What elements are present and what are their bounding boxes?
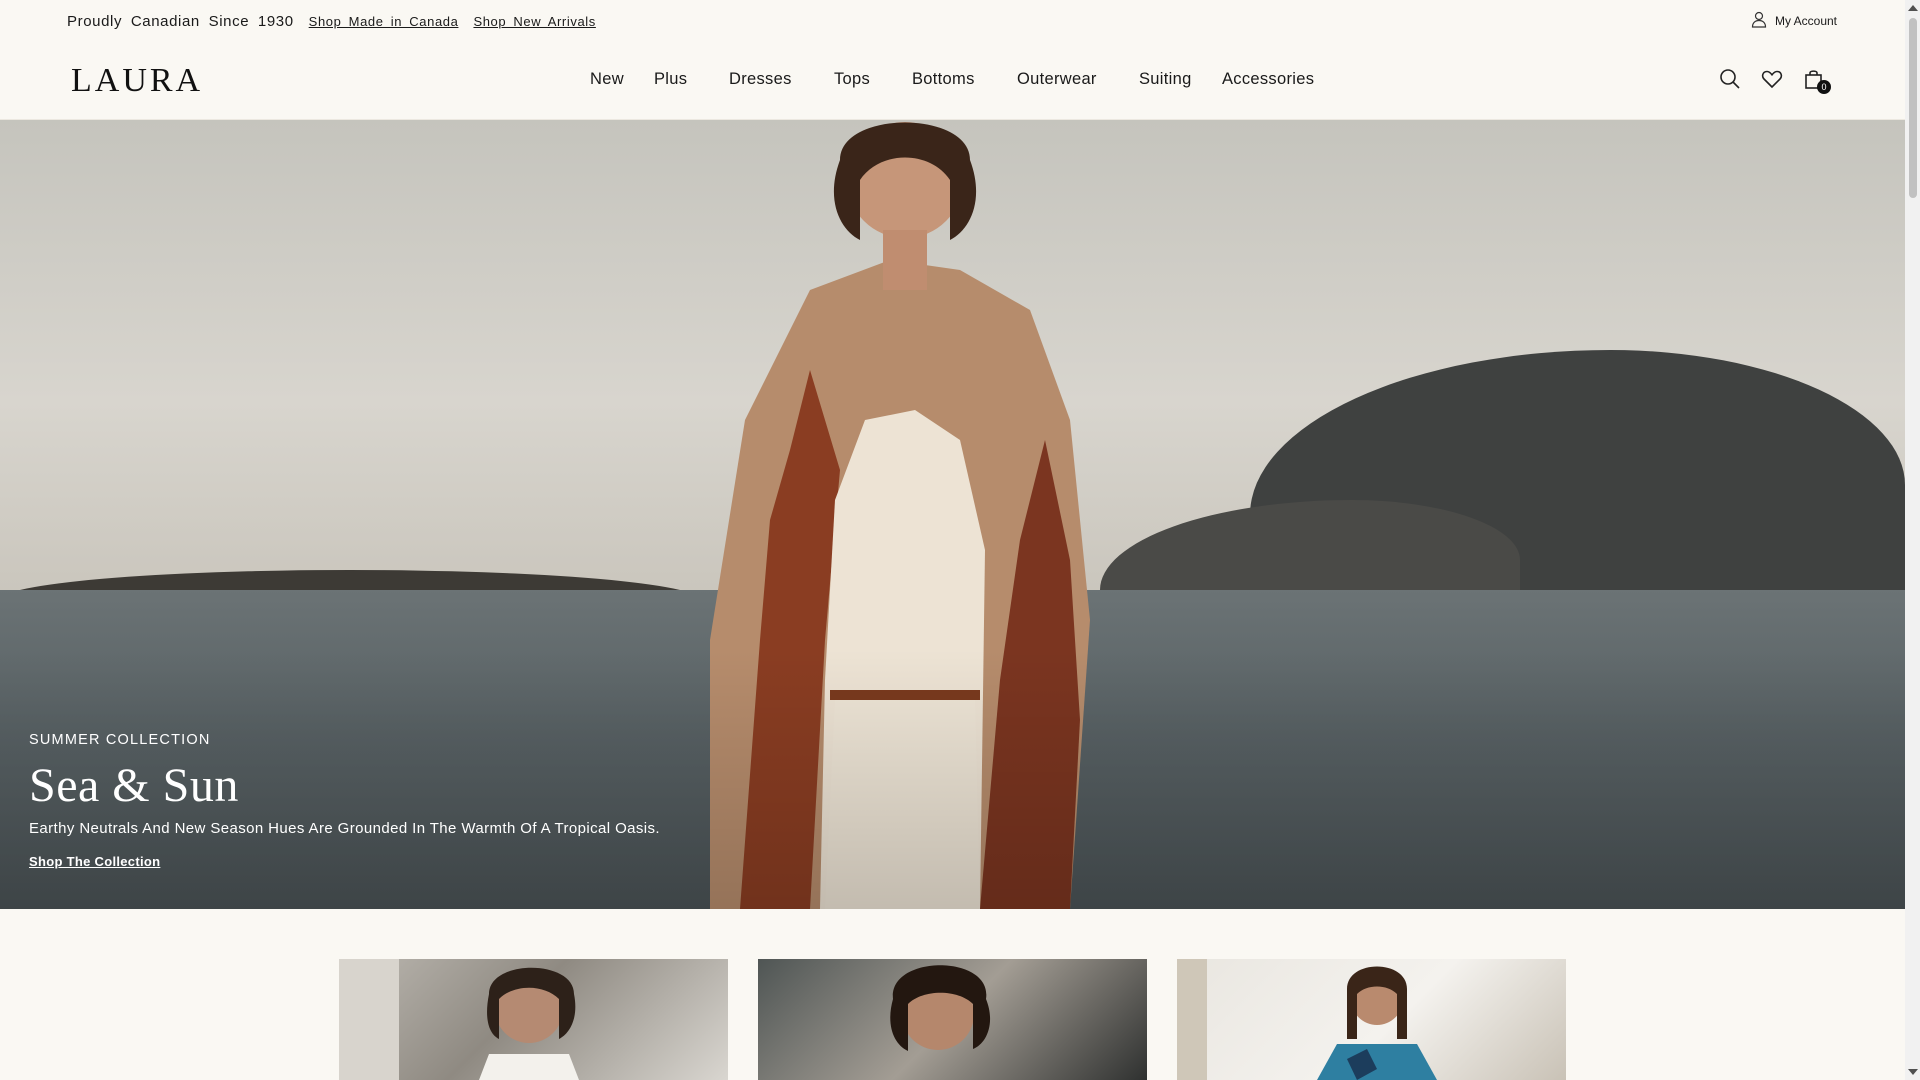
user-icon (1751, 11, 1767, 31)
hero-banner[interactable]: SUMMER COLLECTION Sea & Sun Earthy Neutr… (0, 120, 1905, 909)
nav-plus[interactable]: Plus (654, 70, 729, 89)
my-account-label: My Account (1774, 14, 1837, 28)
tagline: Proudly Canadian Since 1930 (67, 12, 294, 30)
utility-bar: Proudly Canadian Since 1930 Shop Made in… (0, 0, 1905, 42)
featured-cards-row (339, 959, 1566, 1080)
nav-tops[interactable]: Tops (834, 70, 912, 89)
header-icons: 0 (1719, 68, 1831, 94)
my-account-link[interactable]: My Account (1751, 11, 1837, 31)
nav-accessories[interactable]: Accessories (1222, 70, 1332, 89)
page: Proudly Canadian Since 1930 Shop Made in… (0, 0, 1905, 1080)
hero-description: Earthy Neutrals And New Season Hues Are … (29, 820, 660, 837)
featured-card-3[interactable] (1177, 959, 1566, 1080)
featured-card-3-image (1177, 959, 1437, 1080)
featured-card-1-image (339, 959, 579, 1080)
cart-count-badge: 0 (1817, 80, 1831, 94)
featured-card-2[interactable] (758, 959, 1147, 1080)
hero-text-block: SUMMER COLLECTION Sea & Sun Earthy Neutr… (29, 732, 660, 871)
heart-icon[interactable] (1761, 68, 1783, 90)
bag-icon[interactable]: 0 (1803, 68, 1831, 94)
shop-the-collection-link[interactable]: Shop The Collection (29, 854, 160, 869)
shop-made-in-canada-link[interactable]: Shop Made in Canada (309, 14, 459, 29)
search-icon[interactable] (1719, 68, 1741, 90)
featured-card-1[interactable] (339, 959, 728, 1080)
nav-bottoms[interactable]: Bottoms (912, 70, 1017, 89)
logo[interactable]: LAURA (71, 62, 203, 100)
shop-new-arrivals-link[interactable]: Shop New Arrivals (473, 14, 595, 29)
page-scrollbar[interactable] (1905, 0, 1920, 1080)
hero-headline: Sea & Sun (29, 759, 239, 812)
nav-new[interactable]: New (590, 70, 654, 89)
nav-outerwear[interactable]: Outerwear (1017, 70, 1139, 89)
scroll-up-arrow-icon[interactable] (1908, 5, 1918, 11)
nav-dresses[interactable]: Dresses (729, 70, 834, 89)
main-header: LAURA New Plus Dresses Tops Bottoms Oute… (0, 42, 1905, 120)
featured-card-2-image (890, 965, 991, 1051)
main-nav: New Plus Dresses Tops Bottoms Outerwear … (590, 70, 1332, 89)
hero-eyebrow: SUMMER COLLECTION (29, 732, 211, 748)
scroll-thumb[interactable] (1909, 18, 1917, 198)
nav-suiting[interactable]: Suiting (1139, 70, 1222, 89)
scroll-down-arrow-icon[interactable] (1908, 1069, 1918, 1075)
